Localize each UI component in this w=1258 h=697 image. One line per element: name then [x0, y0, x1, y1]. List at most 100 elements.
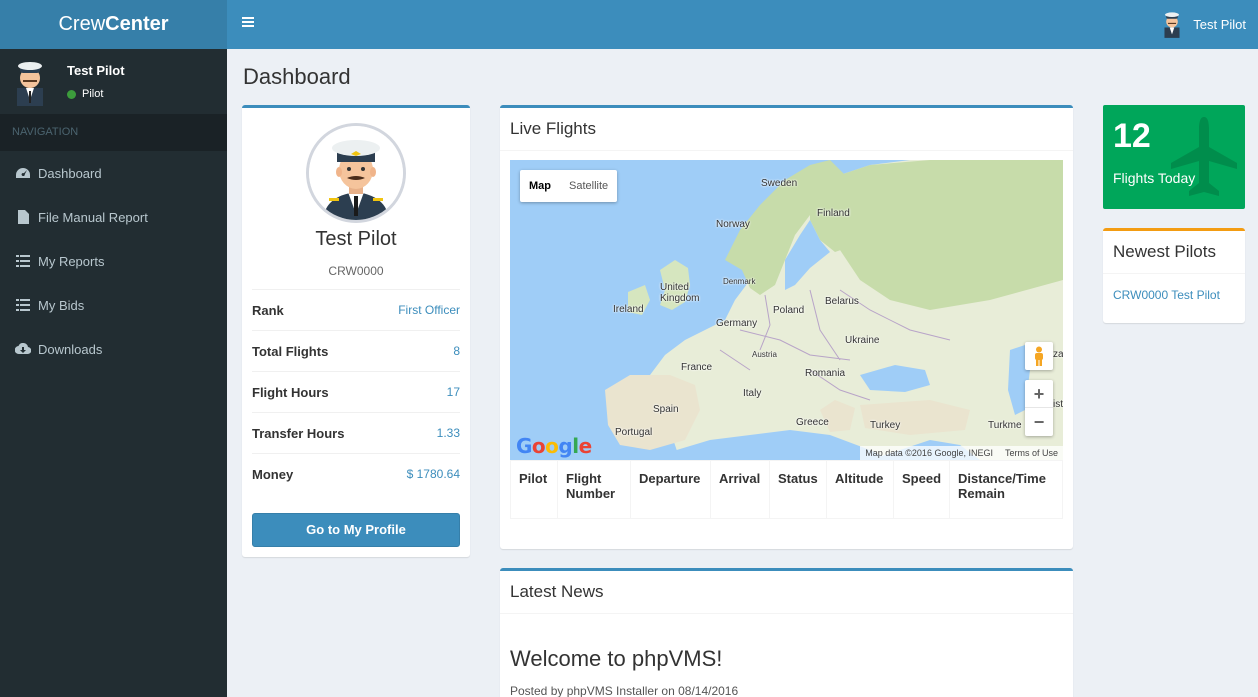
stat-rank: Rank First Officer — [252, 289, 460, 330]
map-type-satellite-button[interactable]: Satellite — [560, 170, 617, 202]
map-label-italy: Italy — [743, 388, 762, 399]
stat-label: Money — [252, 466, 294, 482]
file-icon — [15, 210, 31, 224]
profile-code: CRW0000 — [328, 264, 384, 278]
sidebar-item-downloads[interactable]: Downloads — [0, 327, 227, 371]
map-label-finland: Finland — [817, 208, 850, 219]
column-pilot: Pilot — [510, 460, 558, 519]
map-label-ist: ist — [1053, 399, 1063, 410]
sidebar-user-status: Pilot — [67, 88, 103, 100]
column-distance-time: Distance/Time Remain — [949, 460, 1063, 519]
stat-value[interactable]: 8 — [453, 344, 460, 358]
stat-label: Total Flights — [252, 343, 329, 359]
stat-value[interactable]: 1.33 — [437, 426, 460, 440]
map-label-sweden: Sweden — [761, 178, 798, 189]
column-arrival: Arrival — [710, 460, 770, 519]
dashboard-icon — [15, 166, 31, 180]
table-header-row: Pilot Flight Number Departure Arrival St… — [510, 460, 1063, 519]
map-attribution: Map data ©2016 Google, INEGI Terms of Us… — [860, 446, 1063, 460]
flights-map[interactable]: Sweden Finland Norway Denmark United Kin… — [510, 160, 1063, 460]
map-label-norway: Norway — [716, 219, 750, 230]
online-status-icon — [67, 89, 76, 99]
map-label-ireland: Ireland — [613, 304, 644, 315]
sidebar-item-my-bids[interactable]: My Bids — [0, 283, 227, 327]
nav-header: NAVIGATION — [0, 114, 227, 151]
user-panel: Test Pilot Pilot — [0, 49, 227, 114]
google-logo[interactable]: Google — [516, 434, 592, 458]
map-label-greece: Greece — [796, 417, 829, 428]
live-flights-table: Pilot Flight Number Departure Arrival St… — [510, 460, 1063, 519]
latest-news-box: Latest News Welcome to phpVMS! Posted by… — [500, 568, 1073, 697]
sidebar-item-file-manual-report[interactable]: File Manual Report — [0, 195, 227, 239]
plane-icon — [1171, 117, 1237, 196]
flights-today-label: Flights Today — [1113, 170, 1196, 186]
sidebar-item-label: File Manual Report — [38, 209, 148, 225]
map-label-denmark: Denmark — [723, 277, 756, 286]
sidebar: CrewCenter Test Pilot Pilot NAVIGATION D… — [0, 0, 227, 697]
stat-label: Flight Hours — [252, 384, 329, 400]
top-navbar: Test Pilot — [227, 0, 1258, 49]
newest-pilots-box: Newest Pilots CRW0000 Test Pilot — [1103, 228, 1245, 323]
terms-of-use-link[interactable]: Terms of Use — [1005, 448, 1058, 458]
pilot-avatar-icon — [17, 62, 43, 106]
map-label-france: France — [681, 362, 713, 373]
stat-label: Rank — [252, 302, 284, 318]
map-data-credit: Map data ©2016 Google, INEGI — [865, 448, 993, 458]
flights-today-widget: 12 Flights Today — [1103, 105, 1245, 209]
map-zoom-control: + − — [1025, 380, 1053, 436]
zoom-in-button[interactable]: + — [1025, 380, 1053, 408]
sidebar-item-label: My Reports — [38, 253, 105, 269]
column-flight-number: Flight Number — [557, 460, 631, 519]
stat-value[interactable]: First Officer — [398, 303, 460, 317]
flights-today-count: 12 — [1113, 117, 1151, 155]
top-user-menu[interactable]: Test Pilot — [1161, 10, 1246, 38]
profile-box: Test Pilot CRW0000 Rank First Officer Tot… — [242, 105, 470, 557]
column-speed: Speed — [892, 460, 951, 519]
profile-avatar — [306, 123, 406, 223]
stat-label: Transfer Hours — [252, 425, 345, 441]
newest-pilot-link[interactable]: CRW0000 Test Pilot — [1113, 288, 1220, 302]
sidebar-item-label: Dashboard — [38, 165, 102, 181]
stat-value[interactable]: $ 1780.64 — [407, 467, 460, 481]
hamburger-icon[interactable] — [242, 17, 254, 29]
brand-logo[interactable]: CrewCenter — [0, 0, 227, 49]
top-user-name: Test Pilot — [1193, 16, 1246, 32]
stat-flight-hours: Flight Hours 17 — [252, 371, 460, 412]
map-label-za: za — [1053, 349, 1063, 360]
pilot-avatar-icon — [309, 126, 403, 220]
map-label-united-kingdom: United Kingdom — [660, 282, 700, 304]
stat-value[interactable]: 17 — [447, 385, 460, 399]
map-type-toggle: Map Satellite — [520, 170, 618, 202]
street-view-pegman-icon[interactable] — [1025, 342, 1053, 370]
sidebar-item-label: Downloads — [38, 341, 103, 357]
column-status: Status — [769, 460, 827, 519]
sidebar-item-dashboard[interactable]: Dashboard — [0, 151, 227, 195]
stat-money: Money $ 1780.64 — [252, 453, 460, 494]
sidebar-user-name: Test Pilot — [67, 63, 125, 78]
list-icon — [15, 254, 31, 268]
sidebar-item-label: My Bids — [38, 297, 85, 313]
profile-name: Test Pilot — [315, 228, 397, 250]
cloud-download-icon — [15, 342, 31, 356]
live-flights-title: Live Flights — [500, 108, 1073, 151]
profile-stats: Rank First Officer Total Flights 8 Flight … — [252, 289, 460, 494]
map-label-austria: Austria — [752, 350, 777, 359]
map-label-germany: Germany — [716, 318, 758, 329]
map-label-poland: Poland — [773, 305, 805, 316]
sidebar-item-my-reports[interactable]: My Reports — [0, 239, 227, 283]
stat-total-flights: Total Flights 8 — [252, 330, 460, 371]
map-label-turkme: Turkme — [988, 420, 1022, 431]
news-headline: Welcome to phpVMS! — [510, 646, 723, 671]
column-departure: Departure — [630, 460, 711, 519]
stat-transfer-hours: Transfer Hours 1.33 — [252, 412, 460, 453]
go-to-profile-button[interactable]: Go to My Profile — [252, 513, 460, 547]
newest-pilots-title: Newest Pilots — [1103, 231, 1245, 274]
column-altitude: Altitude — [826, 460, 894, 519]
live-flights-box: Live Flights Sweden Finland Norway Denma… — [500, 105, 1073, 549]
zoom-out-button[interactable]: − — [1025, 408, 1053, 436]
pilot-avatar-icon — [1164, 12, 1180, 38]
map-label-turkey: Turkey — [870, 420, 901, 431]
map-label-spain: Spain — [653, 404, 679, 415]
map-type-map-button[interactable]: Map — [520, 170, 560, 202]
map-label-ukraine: Ukraine — [845, 335, 880, 346]
